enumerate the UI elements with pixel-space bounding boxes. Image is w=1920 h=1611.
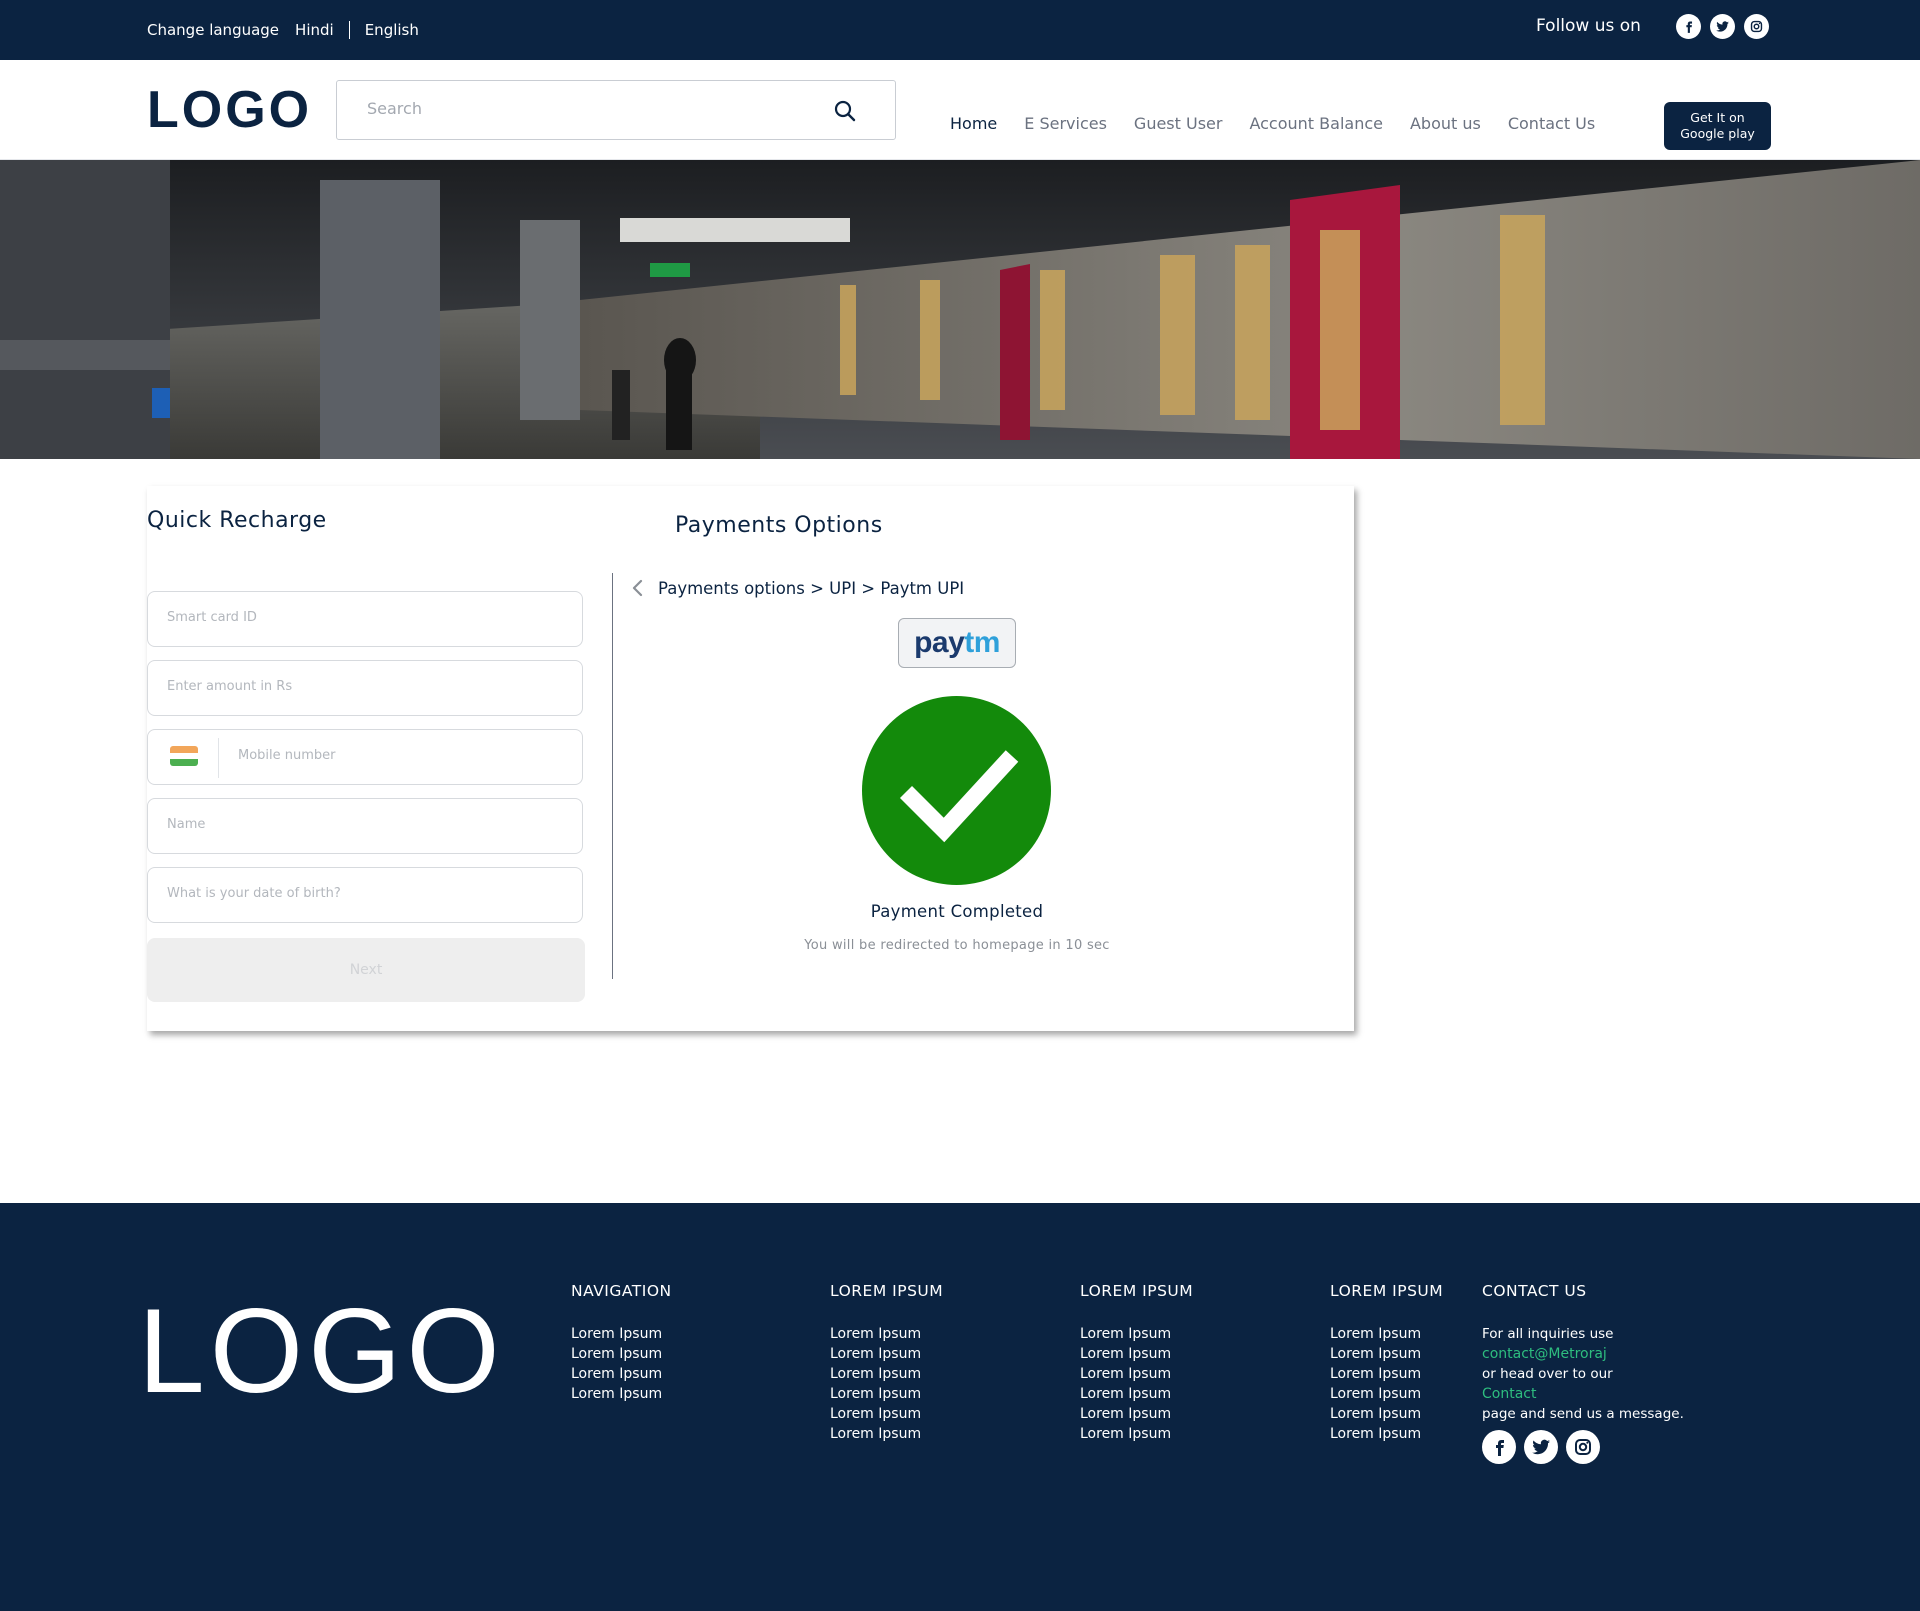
- recharge-card: Quick Recharge Next Payments Options Pay…: [147, 486, 1354, 1031]
- twitter-icon[interactable]: [1710, 14, 1735, 39]
- contact-email-link[interactable]: contact@Metroraj: [1482, 1344, 1782, 1364]
- contact-text-part2: or head over to our: [1482, 1366, 1613, 1382]
- language-divider: [348, 21, 350, 39]
- mobile-field: [147, 729, 583, 785]
- google-play-button[interactable]: Get It on Google play: [1664, 102, 1771, 150]
- nav-guest-user[interactable]: Guest User: [1134, 114, 1223, 133]
- footer-logo[interactable]: LOGO: [138, 1291, 505, 1411]
- footer-link[interactable]: Lorem Ipsum: [1330, 1324, 1443, 1344]
- footer-link[interactable]: Lorem Ipsum: [1330, 1384, 1443, 1404]
- footer-link[interactable]: Lorem Ipsum: [1330, 1364, 1443, 1384]
- search-input[interactable]: [367, 99, 827, 118]
- footer-link[interactable]: Lorem Ipsum: [1330, 1424, 1443, 1444]
- dob-field: [147, 867, 583, 923]
- language-switcher: Change language Hindi English: [147, 21, 419, 39]
- follow-us-label: Follow us on: [1536, 16, 1641, 36]
- instagram-icon[interactable]: [1744, 14, 1769, 39]
- footer-column-title: NAVIGATION: [571, 1282, 672, 1300]
- footer-contact: CONTACT US For all inquiries use contact…: [1482, 1282, 1782, 1424]
- redirect-notice: You will be redirected to homepage in 10…: [804, 938, 1110, 953]
- footer-link[interactable]: Lorem Ipsum: [1080, 1404, 1193, 1424]
- google-play-line1: Get It on: [1690, 110, 1745, 125]
- amount-field: [147, 660, 583, 716]
- contact-us-title: CONTACT US: [1482, 1282, 1587, 1300]
- footer-column-title: LOREM IPSUM: [1330, 1282, 1444, 1300]
- footer-link[interactable]: Lorem Ipsum: [1080, 1384, 1193, 1404]
- contact-text-part1: For all inquiries use: [1482, 1326, 1614, 1342]
- footer-link[interactable]: Lorem Ipsum: [830, 1364, 943, 1384]
- footer-link[interactable]: Lorem Ipsum: [830, 1344, 943, 1364]
- next-button[interactable]: Next: [147, 938, 585, 1002]
- footer-link[interactable]: Lorem Ipsum: [830, 1404, 943, 1424]
- footer-link[interactable]: Lorem Ipsum: [571, 1344, 672, 1364]
- footer-link[interactable]: Lorem Ipsum: [1330, 1404, 1443, 1424]
- footer-link[interactable]: Lorem Ipsum: [1080, 1424, 1193, 1444]
- smart-card-input[interactable]: [167, 610, 557, 625]
- hero-banner-image: [0, 160, 1920, 459]
- social-links-top: [1676, 14, 1769, 39]
- google-play-line2: Google play: [1680, 126, 1755, 141]
- footer-column-3: LOREM IPSUM Lorem Ipsum Lorem Ipsum Lore…: [1080, 1282, 1193, 1444]
- change-language-label: Change language: [147, 21, 280, 39]
- search-icon[interactable]: [831, 97, 859, 125]
- chevron-left-icon[interactable]: [628, 578, 648, 598]
- payment-breadcrumb: Payments options > UPI > Paytm UPI: [628, 578, 964, 598]
- footer-column-navigation: NAVIGATION Lorem Ipsum Lorem Ipsum Lorem…: [571, 1282, 672, 1404]
- header-logo[interactable]: LOGO: [147, 80, 312, 140]
- nav-home[interactable]: Home: [950, 114, 997, 133]
- footer-link[interactable]: Lorem Ipsum: [571, 1384, 672, 1404]
- top-bar: Change language Hindi English Follow us …: [0, 0, 1920, 60]
- footer-link[interactable]: Lorem Ipsum: [571, 1364, 672, 1384]
- footer-link[interactable]: Lorem Ipsum: [1080, 1364, 1193, 1384]
- facebook-icon[interactable]: [1676, 14, 1701, 39]
- language-english-link[interactable]: English: [365, 21, 419, 39]
- footer-column-2: LOREM IPSUM Lorem Ipsum Lorem Ipsum Lore…: [830, 1282, 943, 1444]
- contact-text-part3: page and send us a message.: [1482, 1406, 1684, 1422]
- paytm-logo-part2: tm: [964, 626, 1000, 659]
- main-nav: Home E Services Guest User Account Balan…: [950, 114, 1622, 133]
- section-divider: [612, 573, 613, 979]
- footer-link[interactable]: Lorem Ipsum: [1080, 1344, 1193, 1364]
- footer-link[interactable]: Lorem Ipsum: [830, 1424, 943, 1444]
- payments-options-title: Payments Options: [675, 513, 883, 538]
- india-flag-icon[interactable]: [170, 746, 198, 766]
- nav-e-services[interactable]: E Services: [1024, 114, 1107, 133]
- footer-column-title: LOREM IPSUM: [1080, 1282, 1194, 1300]
- nav-contact-us[interactable]: Contact Us: [1508, 114, 1595, 133]
- paytm-logo: pay tm: [898, 618, 1016, 668]
- footer-column-title: LOREM IPSUM: [830, 1282, 944, 1300]
- nav-account-balance[interactable]: Account Balance: [1249, 114, 1383, 133]
- site-header: LOGO Home E Services Guest User Account …: [0, 60, 1920, 160]
- footer-link[interactable]: Lorem Ipsum: [1080, 1324, 1193, 1344]
- payment-status-text: Payment Completed: [870, 902, 1044, 921]
- footer-column-4: LOREM IPSUM Lorem Ipsum Lorem Ipsum Lore…: [1330, 1282, 1443, 1444]
- instagram-icon[interactable]: [1566, 1430, 1600, 1464]
- mobile-field-divider: [218, 738, 219, 778]
- site-footer: LOGO NAVIGATION Lorem Ipsum Lorem Ipsum …: [0, 1203, 1920, 1611]
- language-hindi-link[interactable]: Hindi: [295, 21, 334, 39]
- name-input[interactable]: [167, 817, 557, 832]
- dob-input[interactable]: [167, 886, 557, 901]
- breadcrumb-text: Payments options > UPI > Paytm UPI: [658, 578, 965, 598]
- amount-input[interactable]: [167, 679, 557, 694]
- footer-link[interactable]: Lorem Ipsum: [571, 1324, 672, 1344]
- contact-text: For all inquiries use contact@Metroraj o…: [1482, 1324, 1782, 1424]
- nav-about-us[interactable]: About us: [1410, 114, 1481, 133]
- quick-recharge-title: Quick Recharge: [147, 508, 327, 533]
- name-field: [147, 798, 583, 854]
- footer-link[interactable]: Lorem Ipsum: [830, 1324, 943, 1344]
- check-icon: [862, 696, 1051, 885]
- contact-page-link[interactable]: Contact: [1482, 1384, 1782, 1404]
- social-links-footer: [1482, 1430, 1600, 1464]
- facebook-icon[interactable]: [1482, 1430, 1516, 1464]
- paytm-logo-part1: pay: [914, 626, 965, 659]
- footer-link[interactable]: Lorem Ipsum: [830, 1384, 943, 1404]
- twitter-icon[interactable]: [1524, 1430, 1558, 1464]
- mobile-input[interactable]: [238, 748, 558, 763]
- search-box: [336, 80, 896, 140]
- smart-card-field: [147, 591, 583, 647]
- footer-link[interactable]: Lorem Ipsum: [1330, 1344, 1443, 1364]
